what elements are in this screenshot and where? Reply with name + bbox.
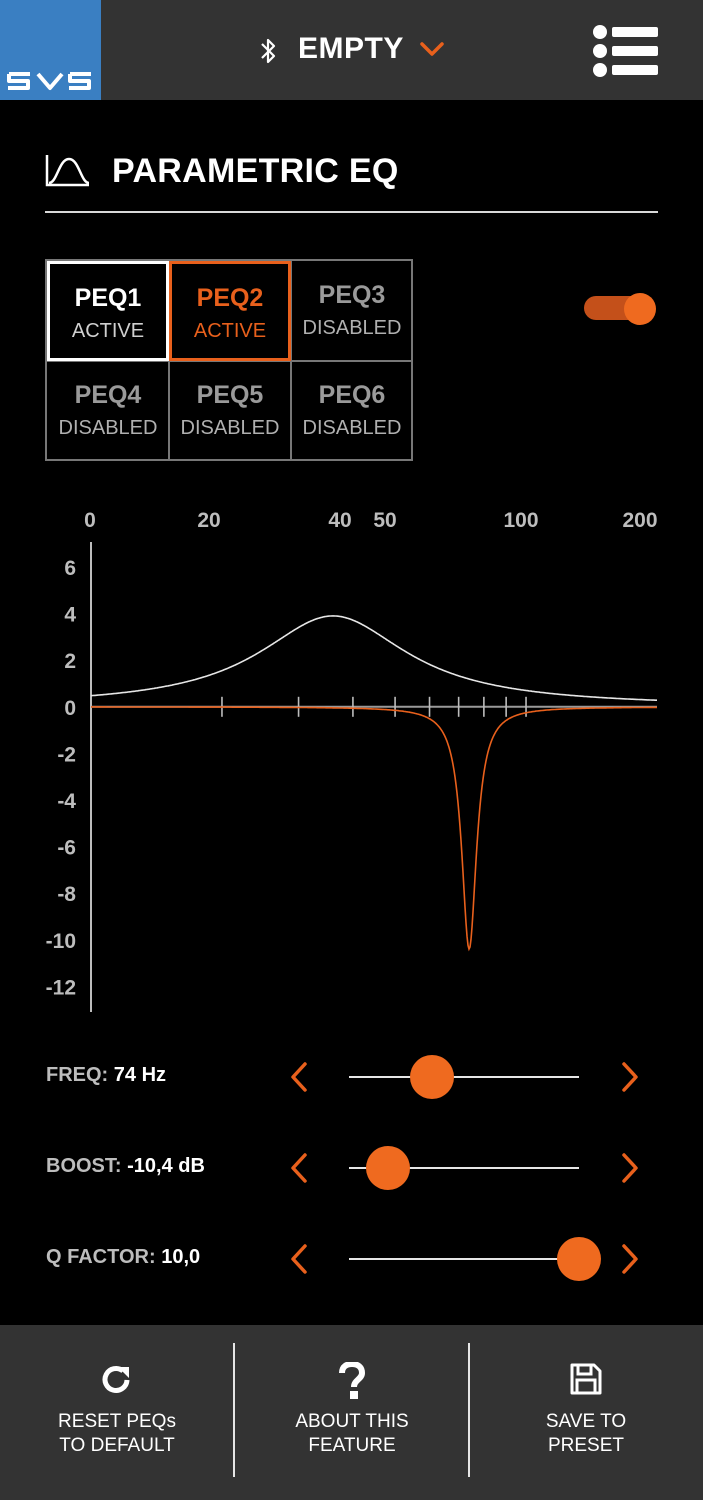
peq-status: DISABLED (302, 317, 402, 339)
bluetooth-icon (261, 38, 276, 64)
y-tick-label: 0 (64, 697, 76, 720)
about-label-line2: FEATURE (308, 1435, 396, 1456)
about-label-line1: ABOUT THIS (295, 1411, 409, 1432)
reset-peqs-button[interactable]: RESET PEQs TO DEFAULT (0, 1325, 234, 1500)
freq-slider-track[interactable] (349, 1076, 579, 1078)
boost-label: BOOST: -10,4 dB (46, 1155, 205, 1177)
peq-name: PEQ1 (74, 284, 142, 312)
save-label-line2: PRESET (547, 1435, 625, 1456)
top-bar: EMPTY (0, 0, 703, 100)
svs-logo-mark (7, 72, 91, 90)
boost-decrease-chevron-left-icon[interactable] (287, 1151, 311, 1185)
peq4-button[interactable]: PEQ4 DISABLED (47, 361, 169, 461)
save-icon (570, 1363, 602, 1395)
y-tick-label: 4 (64, 604, 76, 627)
x-tick-label: 20 (197, 509, 220, 532)
series-white-curve (90, 615, 657, 701)
qfactor-slider-track[interactable] (349, 1258, 579, 1260)
freq-increase-chevron-right-icon[interactable] (618, 1060, 642, 1094)
divider (45, 211, 658, 213)
y-tick-label: -4 (57, 790, 76, 813)
peq-status: DISABLED (58, 417, 158, 439)
qfactor-slider-row: Q FACTOR: 10,0 (0, 1228, 703, 1288)
eq-response-chart: 0 20 40 50 100 200 6420-2-4-6-8-10-12 (46, 509, 658, 1012)
svs-logo[interactable] (0, 0, 101, 100)
qfactor-value: 10,0 (161, 1246, 201, 1268)
x-tick-label: 50 (373, 509, 396, 532)
peq6-button[interactable]: PEQ6 DISABLED (291, 361, 413, 461)
x-tick-label: 100 (503, 509, 538, 532)
peq-selector-grid: PEQ1 ACTIVE PEQ2 ACTIVE PEQ3 DISABLED PE… (45, 259, 413, 461)
peq5-button[interactable]: PEQ5 DISABLED (169, 361, 291, 461)
y-tick-label: -10 (46, 930, 76, 953)
freq-slider-thumb[interactable] (410, 1055, 454, 1099)
x-tick-label: 40 (328, 509, 351, 532)
boost-value: -10,4 dB (127, 1155, 205, 1177)
peq-status: DISABLED (302, 417, 402, 439)
reset-label-line2: TO DEFAULT (59, 1435, 175, 1456)
y-tick-label: -2 (57, 743, 76, 766)
y-tick-label: 6 (64, 557, 76, 580)
question-icon (339, 1362, 366, 1399)
y-tick-label: 2 (64, 650, 76, 673)
freq-decrease-chevron-left-icon[interactable] (287, 1060, 311, 1094)
bottom-action-bar: RESET PEQs TO DEFAULT ABOUT THIS FEATURE… (0, 1325, 703, 1500)
boost-slider-row: BOOST: -10,4 dB (0, 1137, 703, 1197)
y-tick-labels: 6 4 2 0 -2 -4 -6 -8 -10 -12 (46, 557, 77, 999)
peq2-button[interactable]: PEQ2 ACTIVE (169, 261, 291, 361)
boost-increase-chevron-right-icon[interactable] (618, 1151, 642, 1185)
freq-slider-row: FREQ: 74 Hz (0, 1046, 703, 1106)
freq-value: 74 Hz (113, 1064, 167, 1086)
boost-slider-thumb[interactable] (365, 1146, 410, 1190)
peq-name: PEQ4 (74, 381, 142, 409)
qfactor-slider-thumb[interactable] (557, 1237, 601, 1281)
qfactor-increase-chevron-right-icon[interactable] (618, 1242, 642, 1276)
peq-status: ACTIVE (71, 320, 145, 342)
y-tick-label: -6 (57, 837, 76, 860)
chevron-down-icon[interactable] (419, 40, 445, 58)
peq-status: DISABLED (180, 417, 280, 439)
save-label-line1: SAVE TO (545, 1411, 627, 1432)
peq-name: PEQ2 (196, 284, 264, 312)
x-tick-label: 0 (84, 509, 96, 532)
qfactor-label: Q FACTOR: 10,0 (46, 1246, 201, 1268)
save-to-preset-button[interactable]: SAVE TO PRESET (469, 1325, 703, 1500)
reset-label-line1: RESET PEQs (58, 1411, 176, 1432)
peq-name: PEQ6 (318, 381, 386, 409)
toggle-knob[interactable] (624, 293, 656, 325)
peq-name: PEQ5 (196, 381, 264, 409)
y-tick-label: -12 (46, 976, 76, 999)
page-title: PARAMETRIC EQ (112, 152, 399, 190)
y-tick-label: -8 (57, 883, 76, 906)
peq1-button[interactable]: PEQ1 ACTIVE (47, 261, 169, 361)
peq-enable-toggle[interactable] (584, 293, 656, 325)
refresh-icon (102, 1366, 130, 1393)
x-tick-label: 200 (622, 509, 657, 532)
peq-status: ACTIVE (193, 320, 267, 342)
preset-name[interactable]: EMPTY (298, 32, 404, 66)
peq-name: PEQ3 (318, 281, 386, 309)
peq3-button[interactable]: PEQ3 DISABLED (291, 261, 413, 361)
series-orange-curve (91, 706, 657, 952)
about-feature-button[interactable]: ABOUT THIS FEATURE (235, 1325, 469, 1500)
qfactor-decrease-chevron-left-icon[interactable] (287, 1242, 311, 1276)
x-tick-labels: 0 20 40 50 100 200 (84, 509, 657, 532)
menu-list-icon[interactable] (592, 24, 660, 78)
freq-label: FREQ: 74 Hz (46, 1064, 167, 1086)
eq-curve-icon (45, 155, 90, 187)
